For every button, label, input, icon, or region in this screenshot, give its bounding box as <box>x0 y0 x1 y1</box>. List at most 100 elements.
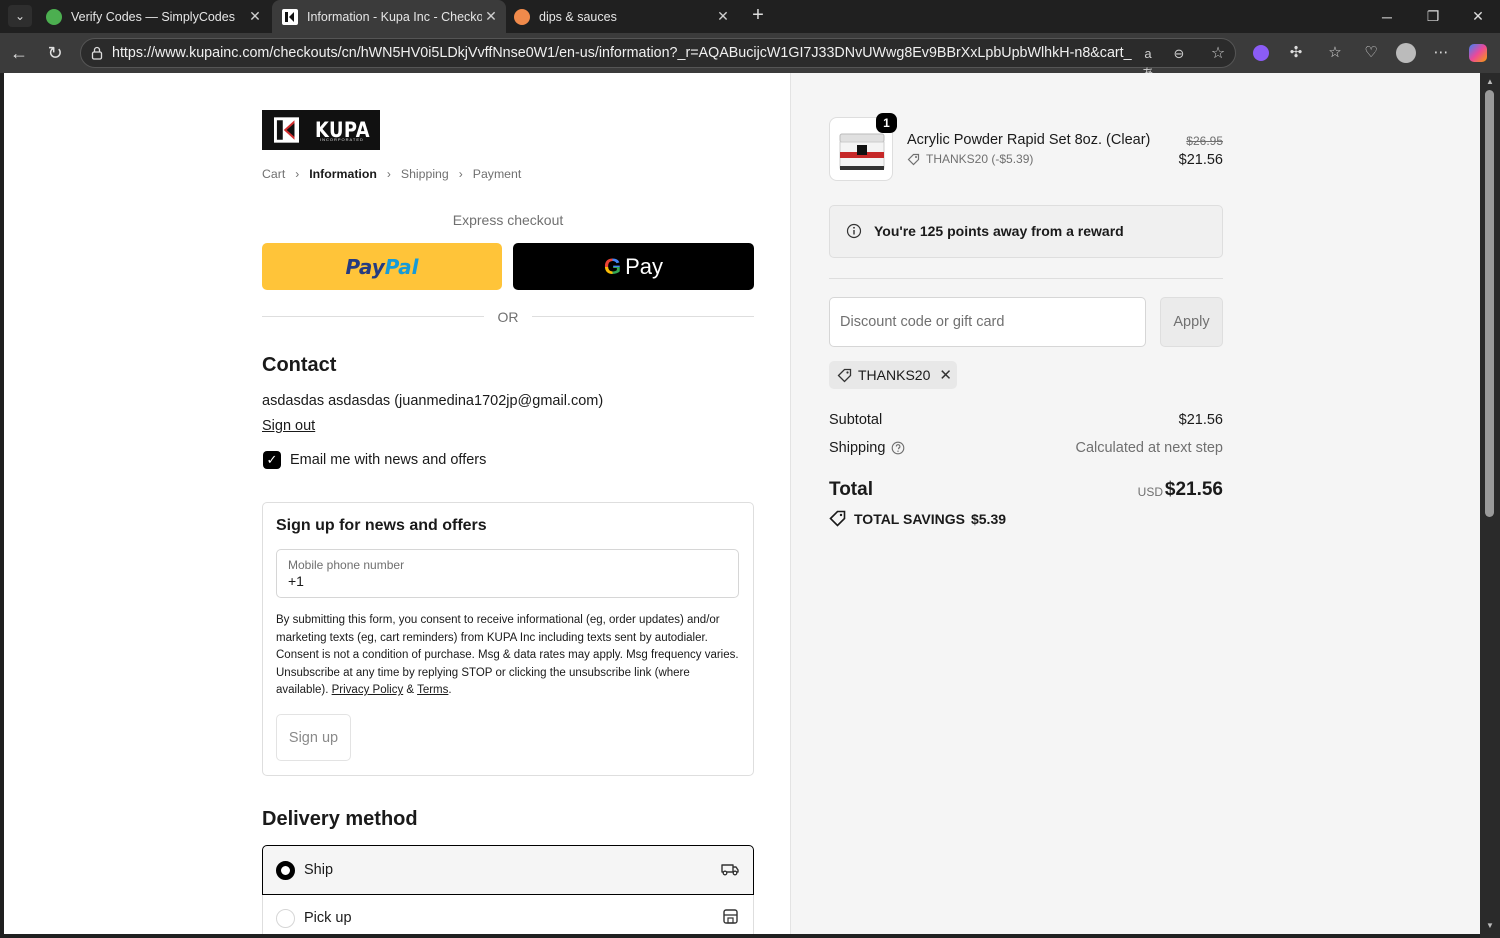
contact-info: asdasdas asdasdas (juanmedina1702jp@gmai… <box>262 393 604 409</box>
lock-icon <box>91 46 103 60</box>
divider <box>262 316 484 317</box>
google-pay-button[interactable]: G Pay <box>513 243 754 290</box>
google-g-icon: G <box>603 253 622 279</box>
tab-simplycodes[interactable]: Verify Codes — SimplyCodes ✕ <box>36 0 270 33</box>
store-icon <box>723 909 738 924</box>
simplycodes-favicon-icon <box>46 8 62 25</box>
minimize-icon[interactable]: ─ <box>1364 0 1410 33</box>
contact-heading: Contact <box>262 354 337 376</box>
savings-label: TOTAL SAVINGS <box>854 510 965 527</box>
favorites-icon[interactable]: ☆ <box>1324 42 1346 64</box>
more-in-address-icon[interactable]: ⊖ <box>1169 44 1189 64</box>
paypal-button[interactable]: Pay Pal <box>262 243 502 290</box>
mobile-phone-field[interactable] <box>276 549 739 598</box>
tab-close-icon[interactable]: ✕ <box>246 8 264 25</box>
shipping-value: Calculated at next step <box>1075 440 1223 456</box>
help-circle-icon[interactable] <box>891 441 905 455</box>
extension-copilot-icon[interactable] <box>1250 42 1272 64</box>
scroll-up-arrow-icon[interactable]: ▲ <box>1486 77 1494 86</box>
consent-amp: & <box>406 684 415 696</box>
terms-link[interactable]: Terms <box>417 684 448 696</box>
product-discount-text: THANKS20 (-$5.39) <box>926 152 1034 166</box>
truck-icon <box>721 864 739 876</box>
refresh-icon[interactable]: ↻ <box>43 41 67 65</box>
browser-toolbar: ← ↻ https://www.kupainc.com/checkouts/cn… <box>0 33 1500 81</box>
url-text: https://www.kupainc.com/checkouts/cn/hWN… <box>112 45 1132 61</box>
translate-icon[interactable]: aあ <box>1138 44 1158 81</box>
breadcrumb-information: Information <box>309 167 377 181</box>
total-value: $21.56 <box>1164 479 1223 500</box>
scrollbar-thumb[interactable] <box>1485 90 1494 517</box>
discount-placeholder: Discount code or gift card <box>840 314 1005 330</box>
order-summary-panel <box>790 73 1480 934</box>
page-viewport: KUPA INCORPORATED Cart › Information › S… <box>4 73 1480 934</box>
reward-text: You're 125 points away from a reward <box>874 223 1124 239</box>
tab-dips-sauces[interactable]: dips & sauces ✕ <box>504 0 738 33</box>
breadcrumb-cart[interactable]: Cart <box>262 167 285 181</box>
shipping-label: Shipping <box>829 440 905 456</box>
tag-icon <box>837 368 852 382</box>
savings-tag-icon <box>829 510 846 527</box>
back-icon[interactable]: ← <box>7 41 31 65</box>
tag-icon <box>907 153 920 165</box>
currency-code: USD <box>1137 485 1163 499</box>
total-savings: TOTAL SAVINGS $5.39 <box>829 510 1006 527</box>
browser-essentials-icon[interactable]: ♡ <box>1360 42 1382 64</box>
mobile-phone-value[interactable]: +1 <box>288 573 304 589</box>
kupa-mark-icon <box>274 117 300 143</box>
tab-title: Verify Codes — SimplyCodes <box>71 9 235 24</box>
breadcrumb-payment: Payment <box>472 167 522 181</box>
sign-out-link[interactable]: Sign out <box>262 418 315 434</box>
sign-up-button[interactable]: Sign up <box>276 714 351 761</box>
remove-code-icon[interactable]: ✕ <box>939 366 952 384</box>
privacy-policy-link[interactable]: Privacy Policy <box>332 684 404 696</box>
apply-discount-button[interactable]: Apply <box>1160 297 1223 347</box>
original-price: $26.95 <box>1186 134 1223 148</box>
subtotal-label: Subtotal <box>829 412 883 428</box>
divider <box>532 316 754 317</box>
applied-code-chip: THANKS20 ✕ <box>829 361 957 389</box>
new-tab-icon[interactable]: + <box>746 4 770 28</box>
ship-label[interactable]: Ship <box>304 862 333 878</box>
paypal-text-part2: Pal <box>384 254 419 279</box>
ship-option[interactable] <box>262 845 754 895</box>
copilot-icon[interactable] <box>1467 42 1489 64</box>
email-offers-checkbox[interactable]: ✓ <box>263 451 281 469</box>
logo-subtext: INCORPORATED <box>320 137 364 142</box>
restore-icon[interactable]: ❐ <box>1410 0 1456 33</box>
window-close-icon[interactable]: ✕ <box>1455 0 1500 33</box>
page-scrollbar[interactable]: ▲ ▼ <box>1480 73 1500 938</box>
breadcrumb-shipping: Shipping <box>400 167 449 181</box>
paypal-text-part1: Pay <box>345 254 385 279</box>
tab-bar: ⌄ Verify Codes — SimplyCodes ✕ Informati… <box>0 0 1500 33</box>
extensions-puzzle-icon[interactable]: ✣ <box>1285 42 1307 64</box>
product-price: $21.56 <box>1178 152 1223 168</box>
tab-actions-menu-icon[interactable]: ⌄ <box>8 5 32 27</box>
email-offers-label[interactable]: Email me with news and offers <box>290 452 486 468</box>
kupa-logo[interactable]: KUPA INCORPORATED <box>262 110 380 150</box>
tab-close-icon[interactable]: ✕ <box>714 8 732 25</box>
favorite-star-icon[interactable]: ☆ <box>1208 44 1228 64</box>
signup-heading: Sign up for news and offers <box>276 517 487 534</box>
delivery-method-heading: Delivery method <box>262 808 418 830</box>
or-separator: OR <box>497 309 519 325</box>
applied-code-text: THANKS20 <box>858 367 931 383</box>
profile-avatar-icon[interactable] <box>1395 42 1417 64</box>
tab-close-icon[interactable]: ✕ <box>482 8 500 25</box>
divider <box>829 278 1223 279</box>
ship-radio[interactable] <box>276 861 295 880</box>
scroll-down-arrow-icon[interactable]: ▼ <box>1486 921 1494 930</box>
chevron-right-icon: › <box>295 167 300 181</box>
chevron-right-icon: › <box>386 167 391 181</box>
info-icon <box>846 223 862 239</box>
shipping-label-text: Shipping <box>829 440 886 456</box>
address-bar[interactable]: https://www.kupainc.com/checkouts/cn/hWN… <box>80 38 1236 81</box>
express-checkout-label: Express checkout <box>452 212 564 228</box>
tab-kupa-checkout[interactable]: Information - Kupa Inc - Checkout ✕ <box>272 0 506 33</box>
breadcrumb: Cart › Information › Shipping › Payment <box>262 167 521 181</box>
pickup-radio[interactable] <box>276 909 295 928</box>
savings-amount: $5.39 <box>970 510 1007 527</box>
pickup-label[interactable]: Pick up <box>304 910 352 926</box>
settings-more-icon[interactable]: ⋯ <box>1430 42 1452 64</box>
consent-period: . <box>448 684 452 696</box>
